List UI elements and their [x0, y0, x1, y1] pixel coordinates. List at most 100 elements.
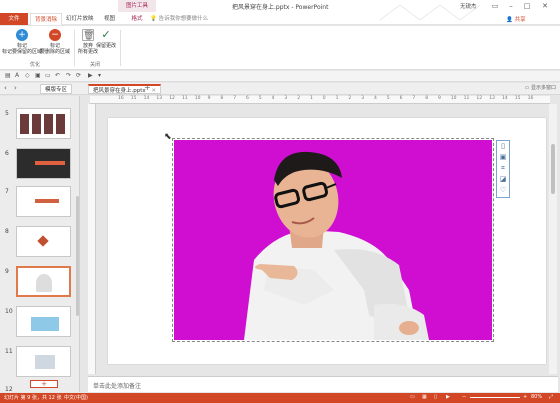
ruler-tick: 3: [361, 96, 365, 101]
ruler-tick: 0: [322, 96, 326, 101]
share-button[interactable]: 👤 共享: [506, 15, 526, 23]
keep-changes-button[interactable]: ✓ 保留更改: [94, 29, 118, 50]
slide-thumbnail-7[interactable]: [16, 186, 71, 217]
ruler-tick: 4: [271, 96, 275, 101]
slide-thumbnail-11[interactable]: [16, 346, 71, 377]
group-close-label: 关闭: [90, 62, 101, 68]
ruler-tick: 4: [374, 96, 377, 101]
quick-access-toolbar: ▤ A ◇ ▣ ▭ ↶ ↷ ⟳ ▶ ▾: [0, 71, 560, 82]
minimize-button[interactable]: –: [504, 1, 518, 11]
notes-pane[interactable]: 单击此处添加备注: [88, 376, 558, 392]
image-icon[interactable]: ▣: [497, 152, 509, 163]
tell-me-label: 告诉我你想要做什么: [158, 16, 209, 22]
zoom-out-icon[interactable]: −: [462, 394, 466, 400]
show-multi-window-label: 显示多窗口: [530, 85, 556, 91]
slideshow-icon[interactable]: ▶: [88, 72, 93, 79]
customize-icon[interactable]: ▾: [98, 72, 101, 79]
floating-tools: ▯ ▣ ⌗ ◪ ♡: [496, 140, 510, 198]
zoom-level[interactable]: 80%: [531, 394, 542, 400]
undo-icon[interactable]: ↶: [55, 72, 60, 79]
zoom-slider[interactable]: [470, 397, 520, 398]
slide-number: 7: [5, 188, 9, 195]
ruler-tick: 11: [463, 96, 470, 101]
close-button[interactable]: ✕: [538, 1, 552, 11]
thumbnail-content: [35, 161, 65, 165]
refresh-icon[interactable]: ⟳: [76, 72, 81, 79]
slide-layout-icon[interactable]: ▤: [5, 72, 11, 79]
slide-thumbnail-9[interactable]: [16, 266, 71, 297]
slide-number: 6: [5, 150, 9, 157]
slide-thumbnail-8[interactable]: [16, 226, 71, 257]
slide-number: 12: [5, 386, 13, 392]
add-slide-button[interactable]: +: [30, 380, 58, 388]
style-icon[interactable]: ◪: [497, 174, 509, 185]
ruler-tick: 16: [527, 96, 534, 101]
plus-icon: +: [16, 29, 28, 41]
discard-label: 所有更改: [77, 49, 98, 55]
ruler-tick: 15: [130, 96, 137, 101]
heart-icon[interactable]: ♡: [497, 185, 509, 196]
slide-thumbnail-6[interactable]: [16, 148, 71, 179]
close-tab-icon[interactable]: ✕: [151, 88, 156, 94]
ruler-tick: 8: [220, 96, 224, 101]
show-multi-window-button[interactable]: ▭ 显示多窗口: [525, 84, 556, 91]
account-name[interactable]: 无锐杰: [460, 2, 477, 10]
ruler-tick: 15: [514, 96, 521, 101]
tab-file[interactable]: 文件: [0, 13, 28, 25]
crop-icon[interactable]: ⌗: [497, 163, 509, 174]
slide-thumbnail-10[interactable]: [16, 306, 71, 337]
ruler-tick: 1: [310, 96, 313, 101]
slide-info: 幻灯片 第 9 张，共 12 张: [4, 395, 62, 401]
ruler-tick: 7: [412, 96, 416, 101]
vertical-ruler: [88, 104, 96, 374]
back-icon[interactable]: ‹: [4, 84, 7, 92]
language[interactable]: 中文(中国): [64, 394, 88, 401]
view-reading-icon[interactable]: ▯: [434, 394, 437, 400]
mark-remove-label: 要删除的区域: [39, 49, 70, 55]
ribbon-options-icon[interactable]: ▭: [488, 1, 502, 11]
view-normal-icon[interactable]: ▭: [410, 394, 415, 400]
window-title: 把风景穿在身上.pptx - PowerPoint: [232, 4, 329, 11]
tab-view[interactable]: 视图: [100, 13, 119, 25]
ruler-tick: 16: [118, 96, 124, 101]
ruler-tick: 10: [450, 96, 457, 101]
trash-icon: 🗑: [82, 29, 95, 41]
ruler-tick: 6: [246, 96, 249, 101]
tab-remove-background[interactable]: 背景消除: [30, 13, 63, 25]
minus-icon: −: [49, 29, 61, 41]
new-tab-icon[interactable]: +: [144, 83, 151, 92]
canvas-scrollbar[interactable]: [549, 104, 557, 374]
horizontal-ruler: 16 15 14 13 12 11 10 9 8 7 6 5 4 3 2 1 0 1 2 3 4 5 6 7 8 9 10 11 12 1…: [90, 96, 550, 104]
tab-template-zone[interactable]: 模版专区: [40, 84, 73, 94]
shapes-icon[interactable]: ◇: [25, 72, 30, 79]
mark-remove-button[interactable]: − 标记 要删除的区域: [36, 29, 74, 55]
thumbnail-content: [35, 199, 59, 203]
selection-frame: [172, 138, 494, 342]
window-icon: ▭: [524, 85, 530, 91]
user-icon: 👤: [506, 17, 513, 23]
text-icon[interactable]: A: [15, 72, 19, 79]
forward-icon[interactable]: ›: [14, 84, 17, 92]
redo-icon[interactable]: ↷: [66, 72, 71, 79]
ruler-tick: 10: [194, 96, 201, 101]
view-slideshow-icon[interactable]: ▶: [446, 394, 450, 400]
layout-options-icon[interactable]: ▯: [497, 141, 509, 152]
ruler-tick: 14: [143, 96, 150, 101]
new-slide-icon[interactable]: ▭: [45, 72, 51, 79]
status-bar: 幻灯片 第 9 张，共 12 张 中文(中国) ▭ ▦ ▯ ▶ − + 80% …: [0, 393, 560, 403]
group-divider: [74, 30, 75, 66]
tab-slideshow[interactable]: 幻灯片放映: [62, 13, 98, 25]
view-sorter-icon[interactable]: ▦: [422, 394, 427, 400]
thumbnail-scrollbar[interactable]: [76, 196, 79, 316]
maximize-button[interactable]: □: [520, 1, 534, 11]
scrollbar-thumb[interactable]: [551, 144, 555, 194]
thumbnail-content: [31, 317, 59, 331]
ruler-tick: 8: [425, 96, 429, 101]
ribbon: + 标记 标记要保留的区域 − 标记 要删除的区域 优化 🗑 放弃 所有更改 ✓…: [0, 26, 560, 70]
zoom-in-icon[interactable]: +: [523, 394, 527, 400]
fit-window-icon[interactable]: ⤢: [549, 394, 553, 400]
save-icon[interactable]: ▣: [35, 72, 41, 79]
slide-thumbnail-5[interactable]: [16, 108, 71, 139]
document-tab-label: 把风景穿在身上.pptx: [93, 88, 146, 94]
tell-me-search[interactable]: 💡 告诉我你想要做什么: [150, 13, 208, 25]
